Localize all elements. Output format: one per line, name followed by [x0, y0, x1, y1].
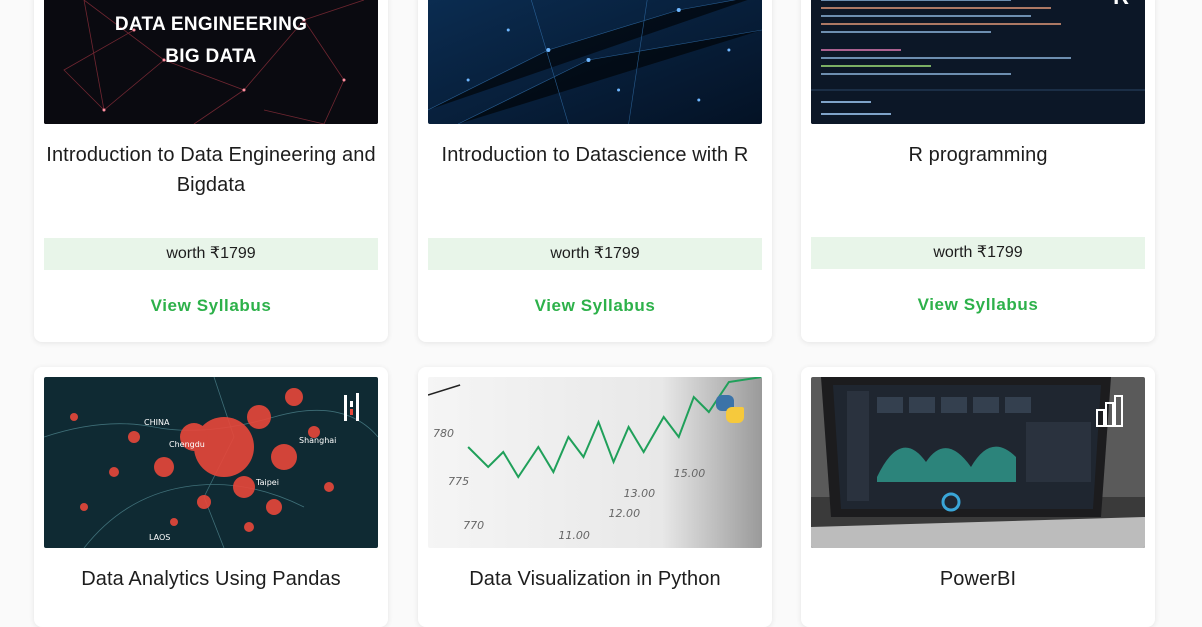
course-thumbnail[interactable]: 780 775 770 11.00 12.00 13.00 15.00 [428, 377, 762, 548]
course-title: PowerBI [939, 568, 1017, 590]
axis-label: 11.00 [558, 529, 590, 542]
axis-label: 13.00 [624, 487, 656, 500]
stock-graph-image: 780 775 770 11.00 12.00 13.00 15.00 [428, 377, 762, 548]
view-syllabus-link[interactable]: View Syllabus [418, 296, 772, 316]
axis-label: 775 [448, 475, 469, 488]
view-syllabus-link[interactable]: View Syllabus [801, 295, 1155, 315]
course-thumbnail[interactable] [811, 377, 1145, 548]
axis-label: 780 [433, 427, 454, 440]
thumbnail-subheading: BIG DATA [165, 46, 257, 67]
course-card: CHINA Chengdu Shanghai LAOS Taipei Data … [34, 367, 388, 627]
course-thumbnail[interactable]: CHINA Chengdu Shanghai LAOS Taipei [44, 377, 378, 548]
map-label: Shanghai [299, 436, 336, 445]
course-thumbnail[interactable] [428, 0, 762, 124]
course-worth-badge: worth ₹1799 [44, 238, 378, 270]
powerbi-logo-icon [1093, 391, 1131, 429]
code-editor-image [811, 0, 1145, 124]
map-label: CHINA [144, 418, 170, 427]
map-label: Taipei [255, 478, 279, 487]
thumbnail-heading: DATA ENGINEERING [114, 14, 308, 35]
course-thumbnail[interactable]: DATA ENGINEERING BIG DATA [44, 0, 378, 124]
axis-label: 15.00 [674, 467, 706, 480]
outbreak-map-image: CHINA Chengdu Shanghai LAOS Taipei [44, 377, 378, 548]
course-card: Introduction to Datascience with R worth… [418, 0, 772, 342]
course-card: PowerBI [801, 367, 1155, 627]
data-network-image [428, 0, 762, 124]
course-title: R programming [908, 144, 1048, 166]
course-title: Data Analytics Using Pandas [81, 568, 341, 590]
r-badge-icon: R [1113, 0, 1129, 10]
map-label: LAOS [149, 533, 170, 542]
course-card: DATA ENGINEERING BIG DATA Introduction t… [34, 0, 388, 342]
course-worth-badge: worth ₹1799 [811, 237, 1145, 269]
view-syllabus-link[interactable]: View Syllabus [34, 296, 388, 316]
course-card: R R programming worth ₹1799 View Syllabu… [801, 0, 1155, 342]
course-title: Introduction to Data Engineering and Big… [46, 144, 376, 196]
course-card: 780 775 770 11.00 12.00 13.00 15.00 Data… [418, 367, 772, 627]
course-title: Introduction to Datascience with R [441, 144, 749, 166]
course-title: Data Visualization in Python [469, 568, 721, 590]
course-thumbnail[interactable]: R [811, 0, 1145, 124]
axis-label: 12.00 [609, 507, 641, 520]
course-worth-badge: worth ₹1799 [428, 238, 762, 270]
python-logo-icon [714, 393, 746, 425]
pandas-logo-icon [342, 393, 362, 423]
axis-label: 770 [463, 519, 484, 532]
map-label: Chengdu [169, 440, 205, 449]
